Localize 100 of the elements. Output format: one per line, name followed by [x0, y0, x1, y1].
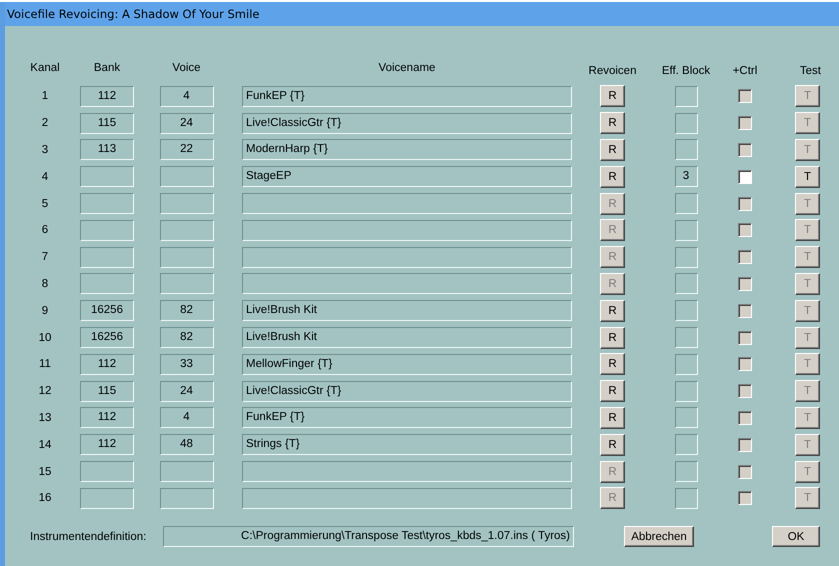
bank-field[interactable] [80, 193, 134, 214]
effect-block-field[interactable] [674, 327, 698, 348]
effect-block-field[interactable] [674, 407, 698, 428]
effect-block-field[interactable] [674, 86, 698, 107]
column-header: Test [800, 65, 821, 77]
effect-block-field[interactable] [674, 246, 698, 268]
voice-field[interactable]: 4 [160, 407, 214, 428]
ok-button[interactable]: OK [772, 526, 820, 548]
voicename-field[interactable] [242, 220, 572, 241]
voicename-field[interactable]: ModernHarp {T} [242, 139, 572, 160]
voice-field[interactable]: 24 [160, 380, 214, 402]
bank-field[interactable]: 112 [80, 407, 134, 428]
voice-field[interactable]: 33 [160, 354, 214, 375]
path-field[interactable]: C:\Programmierung\Transpose Test\tyros_kbds_1.07.ins ( Tyros) [163, 526, 574, 548]
revoice-button[interactable]: R [600, 85, 625, 108]
voice-field[interactable]: 4 [160, 86, 214, 107]
revoice-button[interactable]: R [600, 112, 625, 134]
bank-field[interactable] [80, 488, 134, 509]
effect-block-field[interactable] [674, 434, 698, 456]
column-header: Kanal [30, 62, 60, 74]
revoice-button[interactable]: R [600, 434, 625, 456]
bank-field[interactable] [80, 461, 134, 482]
channel-number: 12 [38, 385, 52, 398]
test-button[interactable]: T [795, 166, 820, 188]
voice-field[interactable]: 48 [160, 434, 214, 456]
voicename-field[interactable]: FunkEP {T} [242, 407, 572, 428]
bank-field[interactable]: 112 [80, 434, 134, 456]
channel-number: 4 [42, 170, 48, 183]
voicename-field[interactable]: Live!Brush Kit [242, 300, 572, 322]
channel-number: 7 [42, 251, 48, 264]
effect-block-field[interactable] [674, 273, 698, 294]
bank-field[interactable]: 113 [80, 139, 134, 160]
revoice-button[interactable]: R [600, 166, 625, 188]
effect-block-field[interactable] [674, 354, 698, 375]
voicename-field[interactable]: Live!Brush Kit [242, 327, 572, 348]
column-header: +Ctrl [732, 65, 758, 77]
voice-field[interactable] [160, 246, 214, 268]
column-header: Voicename [378, 62, 436, 74]
effect-block-field[interactable] [674, 380, 698, 402]
bank-field[interactable] [80, 220, 134, 241]
bank-field[interactable] [80, 273, 134, 294]
voicename-field[interactable] [242, 273, 572, 294]
channel-number: 3 [42, 144, 48, 156]
voicename-field[interactable]: FunkEP {T} [242, 86, 572, 107]
voicename-field[interactable]: Live!ClassicGtr {T} [242, 112, 572, 134]
channel-number: 13 [38, 412, 52, 424]
revoice-button[interactable]: R [600, 353, 625, 376]
effect-block-field[interactable] [674, 488, 698, 509]
effect-block-field[interactable] [674, 220, 698, 241]
channel-number: 6 [42, 224, 48, 236]
bank-field[interactable]: 115 [80, 112, 134, 134]
checkbox[interactable] [738, 170, 752, 184]
voice-field[interactable]: 22 [160, 139, 214, 160]
voice-field[interactable] [160, 220, 214, 241]
bank-field[interactable]: 112 [80, 354, 134, 375]
bank-field[interactable] [80, 246, 134, 268]
voice-field[interactable] [160, 461, 214, 482]
channel-number: 8 [42, 278, 48, 290]
bank-field[interactable]: 16256 [80, 327, 134, 348]
effect-block-field[interactable] [674, 112, 698, 134]
voice-field[interactable] [160, 273, 214, 294]
channel-number: 2 [42, 117, 48, 130]
bank-field[interactable]: 16256 [80, 300, 134, 322]
revoice-button[interactable]: R [600, 406, 625, 429]
revoice-button[interactable]: R [600, 138, 625, 161]
channel-number: 5 [42, 198, 48, 210]
voicename-field[interactable]: MellowFinger {T} [242, 354, 572, 375]
effect-block-field[interactable]: 3 [674, 166, 698, 188]
effect-block-field[interactable] [674, 300, 698, 322]
voicename-field[interactable] [242, 246, 572, 268]
effect-block-field[interactable] [674, 193, 698, 214]
window-title: Voicefile Revoicing: A Shadow Of Your Smile [7, 7, 260, 21]
field-label: Instrumentendefinition: [30, 530, 148, 543]
cancel-button[interactable]: Abbrechen [624, 526, 694, 548]
voicename-field[interactable]: Live!ClassicGtr {T} [242, 380, 572, 402]
channel-number: 16 [38, 492, 52, 504]
voicename-field[interactable]: Strings {T} [242, 434, 572, 456]
voicename-field[interactable] [242, 193, 572, 214]
bank-field[interactable] [80, 166, 134, 188]
voice-field[interactable]: 82 [160, 327, 214, 348]
column-header: Voice [172, 62, 201, 74]
channel-number: 15 [38, 466, 52, 478]
voice-field[interactable]: 24 [160, 112, 214, 134]
revoice-button[interactable]: R [600, 300, 625, 322]
channel-number: 1 [42, 90, 48, 102]
voice-field[interactable] [160, 193, 214, 214]
bank-field[interactable]: 115 [80, 380, 134, 402]
voicename-field[interactable]: StageEP [242, 166, 572, 188]
voice-field[interactable]: 82 [160, 300, 214, 322]
column-header: Bank [94, 62, 120, 74]
voice-field[interactable] [160, 488, 214, 509]
voicename-field[interactable] [242, 488, 572, 509]
voice-field[interactable] [160, 166, 214, 188]
voicename-field[interactable] [242, 461, 572, 482]
bank-field[interactable]: 112 [80, 86, 134, 107]
effect-block-field[interactable] [674, 461, 698, 482]
revoice-button[interactable]: R [600, 380, 625, 402]
channel-number: 10 [38, 332, 52, 344]
revoice-button[interactable]: R [600, 326, 625, 349]
effect-block-field[interactable] [674, 139, 698, 160]
